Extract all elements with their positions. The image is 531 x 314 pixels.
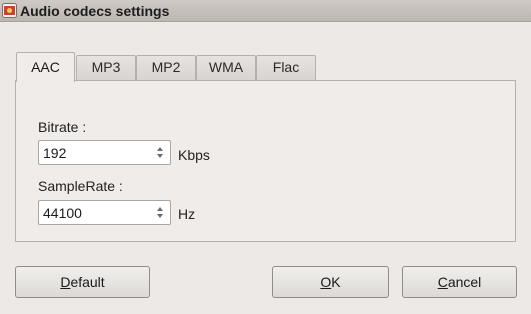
cancel-button-label: ancel (447, 274, 482, 290)
aac-settings-panel: Bitrate : 192 Kbps SampleRate : 44100 Hz (15, 80, 516, 242)
ok-button[interactable]: OK (272, 266, 389, 298)
cancel-button-accel: C (437, 274, 448, 290)
ok-button-label: K (331, 274, 341, 290)
tab-wma[interactable]: WMA (196, 55, 256, 80)
samplerate-unit: Hz (178, 206, 196, 222)
default-button[interactable]: Default (15, 266, 150, 298)
default-button-label: efault (70, 274, 105, 290)
samplerate-spinbox[interactable]: 44100 (38, 200, 171, 225)
bitrate-label: Bitrate : (38, 119, 87, 135)
bitrate-spin-buttons[interactable] (152, 141, 170, 164)
title-bar[interactable]: Audio codecs settings (0, 0, 531, 22)
samplerate-label: SampleRate : (38, 178, 123, 194)
tab-flac[interactable]: Flac (256, 55, 316, 80)
app-icon (2, 3, 17, 18)
spin-up-arrow-icon[interactable] (157, 147, 163, 151)
tab-mp3[interactable]: MP3 (76, 55, 136, 80)
samplerate-value[interactable]: 44100 (43, 205, 82, 221)
bitrate-unit: Kbps (178, 147, 210, 163)
window-title: Audio codecs settings (20, 3, 170, 19)
bitrate-value[interactable]: 192 (43, 145, 66, 161)
spin-down-arrow-icon[interactable] (157, 214, 163, 218)
tab-aac[interactable]: AAC (16, 52, 75, 82)
default-button-accel: D (60, 274, 71, 290)
samplerate-spin-buttons[interactable] (152, 201, 170, 224)
spin-up-arrow-icon[interactable] (157, 207, 163, 211)
cancel-button[interactable]: Cancel (402, 266, 517, 298)
ok-button-accel: O (320, 274, 332, 290)
spin-down-arrow-icon[interactable] (157, 154, 163, 158)
bitrate-spinbox[interactable]: 192 (38, 140, 171, 165)
tab-mp2[interactable]: MP2 (136, 55, 196, 80)
